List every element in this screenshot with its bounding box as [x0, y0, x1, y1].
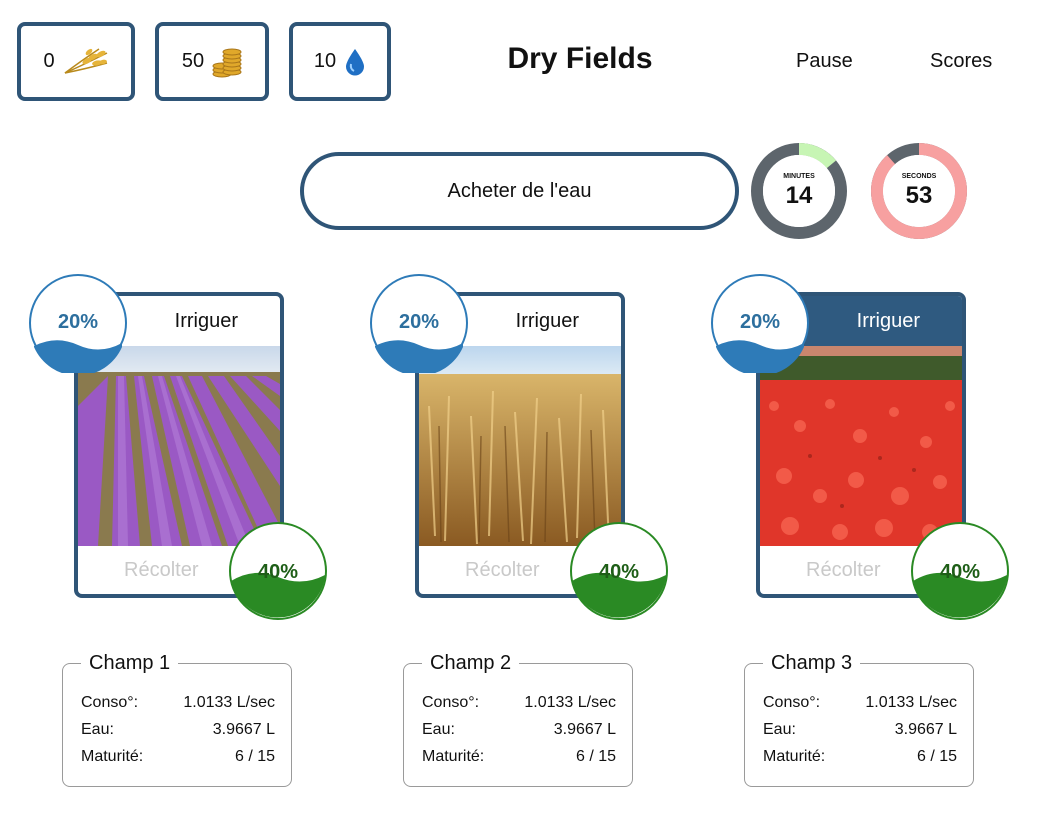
- buy-water-button[interactable]: Acheter de l'eau: [300, 152, 739, 230]
- stat-value: 6 / 15: [575, 748, 616, 765]
- field-stats-title: Champ 2: [422, 652, 520, 675]
- game-title: Dry Fields: [507, 42, 653, 75]
- coins-count: 50: [181, 50, 205, 72]
- field-stats-2: Champ 2 Conso°: 1.0133 L/sec Eau: 3.9667 L…: [403, 652, 633, 787]
- wheat-count: 0: [43, 50, 55, 72]
- maturity-level: 40%: [257, 561, 299, 583]
- wheat-resource: 0: [17, 22, 135, 101]
- lavender-field-image: [78, 346, 280, 546]
- water-level: 20%: [57, 311, 99, 333]
- water-gauge-2: 20%: [369, 273, 469, 376]
- water-gauge-1: 20%: [28, 273, 128, 376]
- maturity-level: 40%: [939, 561, 981, 583]
- stat-value: 6 / 15: [916, 748, 957, 765]
- water-drop-icon: [344, 48, 366, 76]
- stat-label: Eau:: [422, 721, 455, 738]
- stat-label: Maturité:: [81, 748, 144, 765]
- seconds-timer: SECONDS 53: [870, 142, 968, 240]
- stat-value: 1.0133 L/sec: [183, 694, 275, 711]
- maturity-level: 40%: [598, 561, 640, 583]
- maturity-gauge-1: 40%: [228, 521, 328, 621]
- minutes-timer: MINUTES 14: [750, 142, 848, 240]
- stat-value: 3.9667 L: [553, 721, 616, 738]
- stat-value: 3.9667 L: [894, 721, 957, 738]
- field-stats-title: Champ 1: [81, 652, 179, 675]
- maturity-gauge-2: 40%: [569, 521, 669, 621]
- water-level: 20%: [398, 311, 440, 333]
- stat-label: Eau:: [763, 721, 796, 738]
- minutes-label: MINUTES: [783, 173, 815, 180]
- stat-value: 1.0133 L/sec: [524, 694, 616, 711]
- water-level: 20%: [739, 311, 781, 333]
- coins-icon: [212, 46, 242, 78]
- field-stats-1: Champ 1 Conso°: 1.0133 L/sec Eau: 3.9667 L…: [62, 652, 292, 787]
- stat-label: Conso°:: [81, 694, 139, 711]
- stat-value: 3.9667 L: [212, 721, 275, 738]
- water-resource: 10: [289, 22, 391, 101]
- stat-label: Conso°:: [763, 694, 821, 711]
- stat-value: 6 / 15: [234, 748, 275, 765]
- scores-button[interactable]: Scores: [930, 50, 992, 73]
- field-stats-title: Champ 3: [763, 652, 861, 675]
- water-count: 10: [313, 50, 337, 72]
- seconds-label: SECONDS: [901, 173, 937, 180]
- water-gauge-3: 20%: [710, 273, 810, 376]
- wheat-field-image: [419, 346, 621, 546]
- stat-value: 1.0133 L/sec: [865, 694, 957, 711]
- stat-label: Conso°:: [422, 694, 480, 711]
- stat-label: Maturité:: [763, 748, 826, 765]
- poppy-field-image: [760, 346, 962, 546]
- seconds-value: 53: [905, 182, 933, 209]
- coins-resource: 50: [155, 22, 269, 101]
- pause-button[interactable]: Pause: [796, 50, 853, 73]
- minutes-value: 14: [785, 182, 813, 209]
- stat-label: Maturité:: [422, 748, 485, 765]
- stat-label: Eau:: [81, 721, 114, 738]
- wheat-icon: [63, 47, 109, 77]
- maturity-gauge-3: 40%: [910, 521, 1010, 621]
- field-stats-3: Champ 3 Conso°: 1.0133 L/sec Eau: 3.9667 L…: [744, 652, 974, 787]
